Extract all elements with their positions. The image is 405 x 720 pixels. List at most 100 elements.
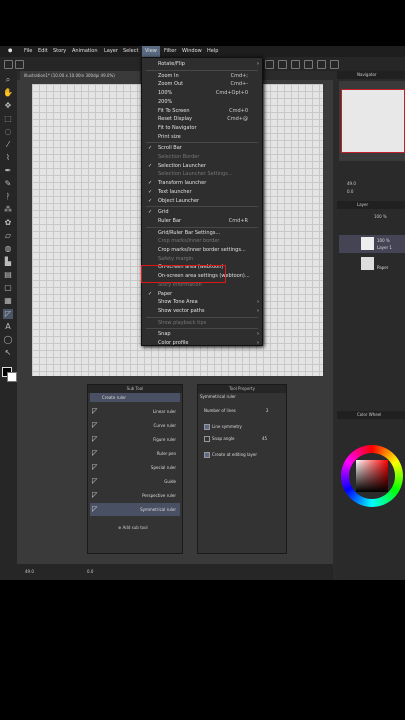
view-menu-item[interactable]: Fit To Screen Cmd+0 [142, 107, 262, 115]
pencil-tool-icon[interactable]: ✎ [3, 179, 13, 189]
menu-select[interactable]: Select [123, 46, 138, 57]
view-menu-item[interactable]: Show vector paths › [142, 307, 262, 315]
layer-opacity[interactable]: 100 % [374, 214, 387, 219]
sub-tool-item[interactable]: ◸ Perspective ruler [90, 489, 180, 502]
view-menu-item[interactable]: Crop marks/inner border settings... [142, 246, 262, 254]
color-saturation-square[interactable] [356, 460, 388, 492]
view-menu-item[interactable]: Grid/Ruler Bar Settings... [142, 229, 262, 237]
blend-tool-icon[interactable]: ◍ [3, 244, 13, 254]
view-menu-item[interactable]: Color profile › [142, 339, 262, 347]
view-menu-item[interactable]: Zoom Out Cmd+- [142, 80, 262, 88]
move-tool-icon[interactable]: ✥ [3, 101, 13, 111]
snap-angle-checkbox[interactable]: Snap angle [204, 435, 234, 443]
eyedropper-tool-icon[interactable]: ⁄ [3, 140, 13, 150]
status-angle[interactable]: 0.0 [87, 564, 93, 580]
navigator-zoom[interactable]: 49.0 [347, 181, 356, 186]
menu-window[interactable]: Window [182, 46, 202, 57]
add-sub-tool-button[interactable]: ⊕ Add sub tool [118, 525, 148, 530]
number-of-lines-value[interactable]: 2 [266, 407, 269, 415]
menu-filter[interactable]: Filter [164, 46, 176, 57]
app-logo-icon[interactable]: ⬢ [8, 46, 12, 57]
sub-tool-item[interactable]: ◸ Ruler pen [90, 447, 180, 460]
view-menu-item[interactable]: ✓ Selection Launcher [142, 162, 262, 170]
view-menu-item[interactable]: Rotate/Flip › [142, 60, 262, 68]
gradient-tool-icon[interactable]: ▤ [3, 270, 13, 280]
checkmark-icon: ✓ [148, 145, 153, 152]
navigator-viewport [341, 89, 405, 153]
view-menu-item-label: Paper [158, 290, 173, 297]
view-menu-item[interactable]: Snap › [142, 330, 262, 338]
curve-ruler-icon: ◸ [92, 421, 98, 429]
view-menu-item[interactable]: Fit to Navigator [142, 124, 262, 132]
zoom-tool-icon[interactable]: ⌕ [3, 75, 13, 85]
view-menu-item[interactable]: ✓ Grid [142, 208, 262, 216]
select-tool-icon[interactable]: ⬚ [3, 114, 13, 124]
decoration-tool-icon[interactable]: ✿ [3, 218, 13, 228]
pen-tool-icon[interactable]: ✒ [3, 166, 13, 176]
view-menu-item[interactable]: Print size [142, 133, 262, 141]
status-zoom[interactable]: 49.0 [25, 564, 34, 580]
layout-icon[interactable] [317, 60, 326, 69]
share-icon[interactable] [304, 60, 313, 69]
color-wheel[interactable] [341, 445, 403, 507]
sub-tool-item[interactable]: ◸ Figure ruler [90, 433, 180, 446]
new-icon[interactable] [15, 60, 24, 69]
menu-view[interactable]: View [142, 46, 160, 57]
view-menu-item-label: Object Launcher [158, 197, 200, 204]
menu-help[interactable]: Help [207, 46, 218, 57]
settings-icon[interactable] [265, 60, 274, 69]
view-menu-item[interactable]: Show Tone Area › [142, 298, 262, 306]
hand-tool-icon[interactable]: ✋ [3, 88, 13, 98]
create-at-editing-layer-checkbox[interactable]: Create at editing layer [204, 451, 257, 459]
ruler-tool-icon[interactable]: ◸ [3, 309, 13, 319]
view-menu-item[interactable]: 200% [142, 98, 262, 106]
menu-file[interactable]: File [24, 46, 32, 57]
menu-layer[interactable]: Layer [104, 46, 118, 57]
view-menu-item[interactable]: ✓ Transform launcher [142, 179, 262, 187]
guide-icon: ◸ [92, 477, 98, 485]
view-menu-item[interactable]: ✓ Text launcher [142, 188, 262, 196]
view-menu-item[interactable]: Ruler Bar Cmd+R [142, 217, 262, 225]
lasso-tool-icon[interactable]: ◌ [3, 127, 13, 137]
layer-row[interactable]: 100 % Layer 1 [339, 235, 405, 253]
home-icon[interactable] [4, 60, 13, 69]
view-menu-item[interactable]: ✓ Object Launcher [142, 197, 262, 205]
view-menu-item-label: Selection Launcher Settings... [158, 171, 233, 178]
view-menu-item[interactable]: Reset Display Cmd+@ [142, 115, 262, 123]
snap-icon[interactable] [330, 60, 339, 69]
menu-edit[interactable]: Edit [38, 46, 48, 57]
operation-tool-icon[interactable]: ↖ [3, 348, 13, 358]
brush-tool-icon[interactable]: ᚹ [3, 192, 13, 202]
view-menu-item-label: Zoom In [158, 72, 179, 79]
submenu-arrow-icon: › [257, 340, 259, 346]
gallery-icon[interactable] [278, 60, 287, 69]
navigator-preview[interactable] [339, 81, 405, 161]
airbrush-tool-icon[interactable]: ⁂ [3, 205, 13, 215]
sub-tool-item[interactable]: ◸ Linear ruler [90, 405, 180, 418]
text-tool-icon[interactable]: A [3, 322, 13, 332]
correct-line-tool-icon[interactable]: ⌇ [3, 153, 13, 163]
navigator-angle[interactable]: 0.0 [347, 189, 353, 194]
view-menu-item[interactable]: ✓ Paper [142, 290, 262, 298]
sub-color-swatch[interactable] [7, 372, 17, 382]
sub-tool-item[interactable]: Create ruler [90, 393, 180, 402]
fill-tool-icon[interactable]: ▙ [3, 257, 13, 267]
layer-row[interactable]: Paper [339, 255, 405, 273]
panels-icon[interactable] [291, 60, 300, 69]
sub-tool-item[interactable]: ◸ Symmetrical ruler [90, 503, 180, 516]
sub-tool-item[interactable]: ◸ Special ruler [90, 461, 180, 474]
menu-animation[interactable]: Animation [72, 46, 98, 57]
line-symmetry-checkbox[interactable]: Line symmetry [204, 423, 242, 431]
figure-tool-icon[interactable]: ▢ [3, 283, 13, 293]
view-menu-item[interactable]: Zoom In Cmd+; [142, 72, 262, 80]
sub-tool-item[interactable]: ◸ Guide [90, 475, 180, 488]
balloon-tool-icon[interactable]: ◯ [3, 335, 13, 345]
document-tab[interactable]: Illustration1* (10.00 x 10.00in 300dpi 4… [20, 71, 140, 80]
sub-tool-item[interactable]: ◸ Curve ruler [90, 419, 180, 432]
eraser-tool-icon[interactable]: ▱ [3, 231, 13, 241]
menu-story[interactable]: Story [53, 46, 66, 57]
view-menu-item[interactable]: ✓ Scroll Bar [142, 144, 262, 152]
frame-tool-icon[interactable]: ▦ [3, 296, 13, 306]
snap-angle-value[interactable]: 45 [262, 435, 267, 443]
view-menu-item[interactable]: 100% Cmd+Opt+0 [142, 89, 262, 97]
